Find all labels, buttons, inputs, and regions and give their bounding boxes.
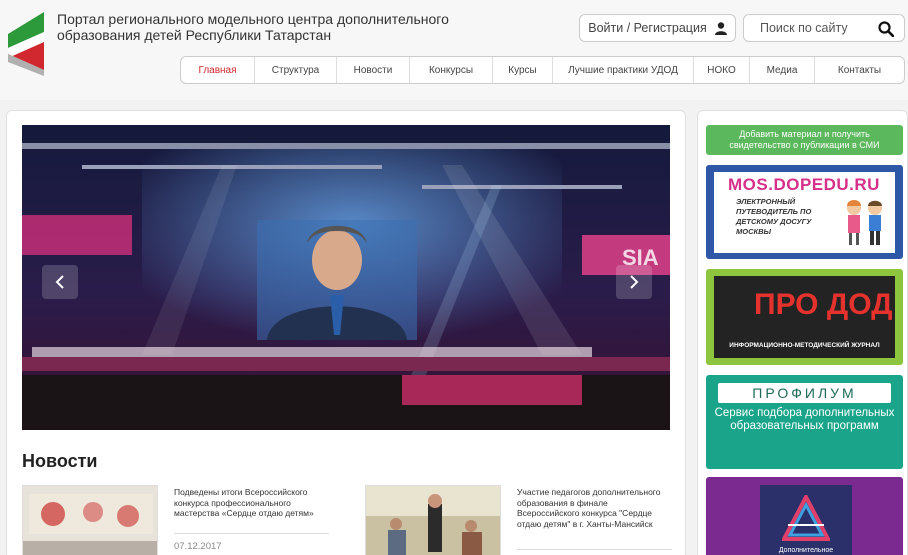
nav-item-media[interactable]: Медиа (750, 57, 815, 83)
search-box (743, 14, 905, 42)
banner-title: MOS.DOPEDU.RU (728, 175, 880, 194)
banner-prodod[interactable]: ПРО ДОД ИНФОРМАЦИОННО-МЕТОДИЧЕСКИЙ ЖУРНА… (706, 269, 903, 365)
banner-subtitle: ЭЛЕКТРОННЫЙ ПУТЕВОДИТЕЛЬ ПО ДЕТСКОМУ ДОС… (736, 197, 812, 236)
banner-subtitle: Дополнительное (778, 547, 834, 554)
banner-logo: ПРО ДОД (754, 288, 893, 321)
news-item[interactable]: Участие педагогов дополнительного образо… (365, 485, 675, 555)
site-title[interactable]: Портал регионального модельного центра д… (57, 11, 527, 43)
add-material-button[interactable]: Добавить материал и получить свидетельст… (706, 125, 903, 155)
site-logo[interactable] (6, 12, 46, 76)
banner-subtitle: Сервис подбора дополнительных образовате… (714, 407, 895, 432)
login-button[interactable]: Войти / Регистрация (579, 14, 736, 42)
nav-item-contests[interactable]: Конкурсы (410, 57, 493, 83)
news-heading: Новости (22, 451, 98, 471)
news-title[interactable]: Подведены итоги Всероссийского конкурса … (174, 487, 329, 519)
nav-item-contacts[interactable]: Контакты (815, 57, 904, 83)
nav-item-structure[interactable]: Структура (255, 57, 337, 83)
banner-logo: ПРОФИЛУМ (718, 383, 891, 403)
banner-inner: MOS.DOPEDU.RU ЭЛЕКТРОННЫЙ ПУТЕВОДИТЕЛЬ П… (714, 172, 895, 253)
search-input[interactable] (760, 21, 880, 35)
main-nav: Главная Структура Новости Конкурсы Курсы… (180, 56, 905, 84)
hero-slider[interactable]: SIA (22, 125, 670, 430)
nav-item-noko[interactable]: НОКО (694, 57, 750, 83)
search-icon[interactable] (878, 21, 894, 37)
news-image (23, 486, 157, 555)
right-sidebar: Добавить материал и получить свидетельст… (697, 110, 908, 555)
hero-image: SIA (22, 125, 670, 430)
news-image (366, 486, 500, 555)
nav-item-home[interactable]: Главная (181, 57, 255, 83)
chevron-left-icon (55, 275, 64, 289)
news-title[interactable]: Участие педагогов дополнительного образо… (517, 487, 672, 529)
banner-inner: ПРО ДОД ИНФОРМАЦИОННО-МЕТОДИЧЕСКИЙ ЖУРНА… (714, 276, 895, 358)
user-icon (714, 21, 727, 35)
site-header: Портал регионального модельного центра д… (0, 0, 908, 100)
triangle-logo-icon (782, 495, 830, 541)
chevron-right-icon (630, 275, 639, 289)
slider-prev-button[interactable] (42, 265, 78, 299)
news-thumbnail[interactable] (22, 485, 158, 555)
divider (174, 533, 329, 534)
nav-item-news[interactable]: Новости (337, 57, 410, 83)
banner-inner: Дополнительное (760, 485, 852, 555)
main-content: SIA Новости Подведены итоги Всероссийско… (6, 110, 686, 555)
kids-illustration (847, 200, 882, 245)
banner-subtitle: ИНФОРМАЦИОННО-МЕТОДИЧЕСКИЙ ЖУРНАЛ (729, 342, 880, 349)
news-item[interactable]: Подведены итоги Всероссийского конкурса … (22, 485, 332, 555)
banner-mos-dopedu[interactable]: MOS.DOPEDU.RU ЭЛЕКТРОННЫЙ ПУТЕВОДИТЕЛЬ П… (706, 165, 903, 259)
divider (517, 549, 672, 550)
news-date: 07.12.2017 (174, 541, 222, 552)
banner-dop-education[interactable]: Дополнительное (706, 477, 903, 555)
banner-profilum[interactable]: ПРОФИЛУМ Сервис подбора дополнительных о… (706, 375, 903, 469)
slider-next-button[interactable] (616, 265, 652, 299)
nav-item-courses[interactable]: Курсы (493, 57, 553, 83)
news-thumbnail[interactable] (365, 485, 501, 555)
nav-item-best-practices[interactable]: Лучшие практики УДОД (553, 57, 694, 83)
login-label: Войти / Регистрация (588, 21, 707, 35)
